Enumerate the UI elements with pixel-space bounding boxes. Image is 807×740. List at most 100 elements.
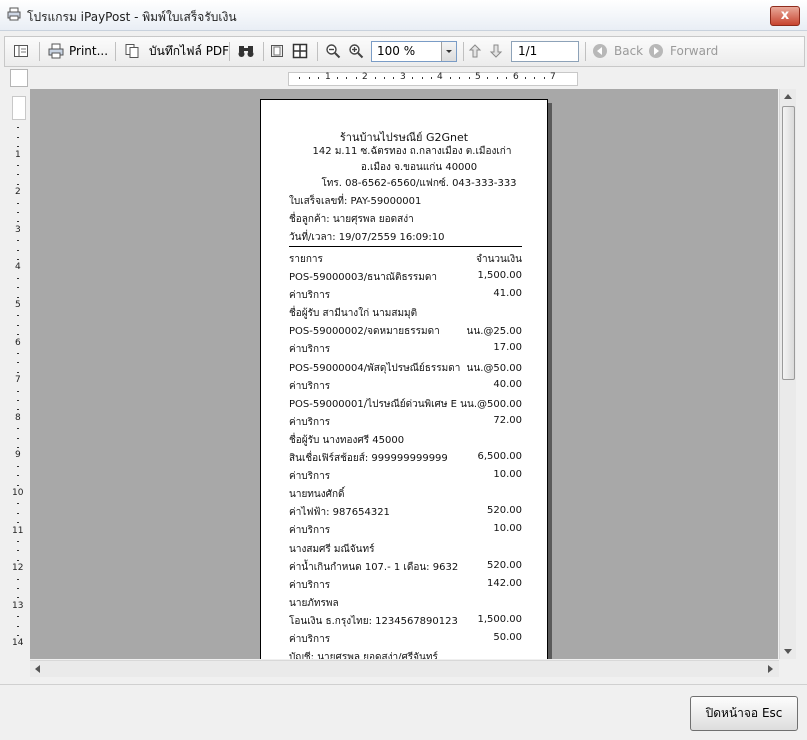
ruler-tick [17, 513, 19, 514]
toolbar-separator [39, 42, 40, 61]
zoom-select[interactable]: 100 % [371, 41, 457, 62]
vertical-scrollbar[interactable] [779, 89, 796, 659]
back-button[interactable]: Back [592, 41, 643, 61]
ruler-tick [17, 174, 19, 175]
ruler-number: 7 [550, 72, 556, 82]
receipt-datetime: วันที่/เวลา: 19/07/2559 16:09:10 [289, 232, 445, 243]
scroll-down-icon[interactable] [784, 649, 792, 655]
receipt-line-amount: 41.00 [493, 288, 522, 299]
close-icon: x [780, 8, 790, 23]
ruler-tick [17, 391, 19, 392]
ruler-tick [17, 165, 19, 166]
ruler-tick [469, 77, 470, 79]
page-number-value: 1/1 [518, 44, 538, 58]
preview-viewport[interactable]: ร้านบ้านไปรษณีย์ G2Gnet 142 ม.11 ซ.ฉัตรท… [30, 89, 778, 659]
ruler-number: 12 [12, 563, 24, 573]
header-divider [289, 246, 522, 247]
ruler-tick [309, 77, 310, 79]
ruler-tick [17, 137, 19, 138]
receipt-line-label: ค่าบริการ [289, 525, 331, 536]
receipt-line-label: บัญชี: นายศุรพล ยอดสง่า/ศรีจันทร์ [289, 652, 438, 659]
ruler-number: 11 [12, 526, 24, 536]
receipt-line-amount: 40.00 [493, 379, 522, 390]
ruler-tick [17, 278, 19, 279]
forward-arrow-icon [649, 44, 663, 58]
ruler-tick [422, 77, 423, 79]
ruler-tick [17, 315, 19, 316]
customer-name: ชื่อลูกค้า: นายศุรพล ยอดสง่า [289, 214, 414, 225]
toggle-tree-button[interactable] [13, 41, 29, 61]
ruler-number: 5 [475, 72, 481, 82]
ruler-number: 4 [437, 72, 443, 82]
toolbar-separator [585, 42, 586, 61]
receipt-line-amount: 520.00 [487, 505, 522, 516]
title-bar: โปรแกรม iPayPost - พิมพ์ใบเสร็จรับเงิน x [0, 0, 807, 31]
ruler-tick [506, 77, 507, 79]
previous-page-button[interactable] [468, 41, 482, 61]
print-button[interactable]: Print... [47, 41, 108, 61]
toolbar-separator [115, 42, 116, 61]
preview-toolbar: Print... บันทึกไฟล์ PDF 100 % 1/1 Back F… [4, 36, 805, 67]
printer-icon [48, 43, 64, 59]
forward-button[interactable]: Forward [648, 41, 718, 61]
receipt-line-label: นายทนงศักดิ์ [289, 489, 345, 500]
zoom-dropdown-button[interactable] [441, 42, 456, 61]
chevron-down-icon [446, 50, 452, 53]
ruler-tick [393, 77, 394, 79]
scroll-right-icon[interactable] [768, 665, 774, 673]
ruler-number: 5 [15, 300, 21, 310]
ruler-number: 1 [325, 72, 331, 82]
ruler-tick [17, 588, 19, 589]
ruler-number: 9 [15, 450, 21, 460]
close-screen-button[interactable]: ปิดหน้าจอ Esc [690, 696, 798, 731]
scroll-left-icon[interactable] [34, 665, 40, 673]
zoom-in-button[interactable] [348, 41, 364, 61]
ruler-tick [375, 77, 376, 79]
vertical-scroll-thumb[interactable] [782, 106, 795, 380]
zoom-out-button[interactable] [325, 41, 341, 61]
toolbar-separator [317, 42, 318, 61]
arrow-down-icon [489, 44, 503, 58]
receipt-line-label: ค่าบริการ [289, 634, 331, 645]
column-header-amount: จำนวนเงิน [476, 254, 522, 265]
ruler-tick [487, 77, 488, 79]
close-screen-label: ปิดหน้าจอ Esc [705, 706, 783, 720]
receipt-line-label: ค่าบริการ [289, 471, 331, 482]
horizontal-scrollbar[interactable] [30, 660, 779, 677]
save-pdf-button[interactable]: บันทึกไฟล์ PDF [124, 41, 229, 61]
receipt-line-label: ชื่อผู้รับ สามีนางใก่ นามสมมุติ [289, 308, 418, 319]
vertical-ruler: 1 2 3 4 5 6 7 8 9 10 11 12 13 14 [10, 90, 26, 660]
receipt-number: ใบเสร็จเลขที่: PAY-59000001 [289, 196, 422, 207]
ruler-tick [17, 334, 19, 335]
ruler-tick [17, 325, 19, 326]
ruler-tick [346, 77, 347, 79]
ruler-number: 8 [15, 413, 21, 423]
ruler-tick [356, 77, 357, 79]
ruler-tick [17, 240, 19, 241]
multi-page-button[interactable] [292, 41, 308, 61]
ruler-tick [17, 579, 19, 580]
receipt-line-amount: 50.00 [493, 632, 522, 643]
receipt-line-label: POS-59000003/ธนาณัติธรรมดา [289, 272, 437, 283]
ruler-tick [534, 77, 535, 79]
zoom-in-icon [349, 44, 364, 59]
ruler-tick [17, 560, 19, 561]
receipt-line-amount: 520.00 [487, 560, 522, 571]
window-close-button[interactable]: x [770, 6, 800, 26]
ruler-tick [299, 77, 300, 79]
receipt-line-amount: 142.00 [487, 578, 522, 589]
ruler-tick [17, 626, 19, 627]
grid-pages-icon [292, 43, 308, 59]
receipt-line-amount: 17.00 [493, 342, 522, 353]
save-pdf-label: บันทึกไฟล์ PDF [149, 43, 230, 58]
receipt-line-label: ค่าบริการ [289, 381, 331, 392]
next-page-button[interactable] [489, 41, 503, 61]
single-page-button[interactable] [269, 41, 285, 61]
ruler-tick [17, 353, 19, 354]
ruler-tick [17, 428, 19, 429]
single-page-icon [271, 45, 283, 57]
find-button[interactable] [237, 41, 255, 61]
page-number-input[interactable]: 1/1 [511, 41, 579, 62]
scroll-up-icon[interactable] [784, 93, 792, 99]
ruler-page-strip [288, 72, 578, 86]
